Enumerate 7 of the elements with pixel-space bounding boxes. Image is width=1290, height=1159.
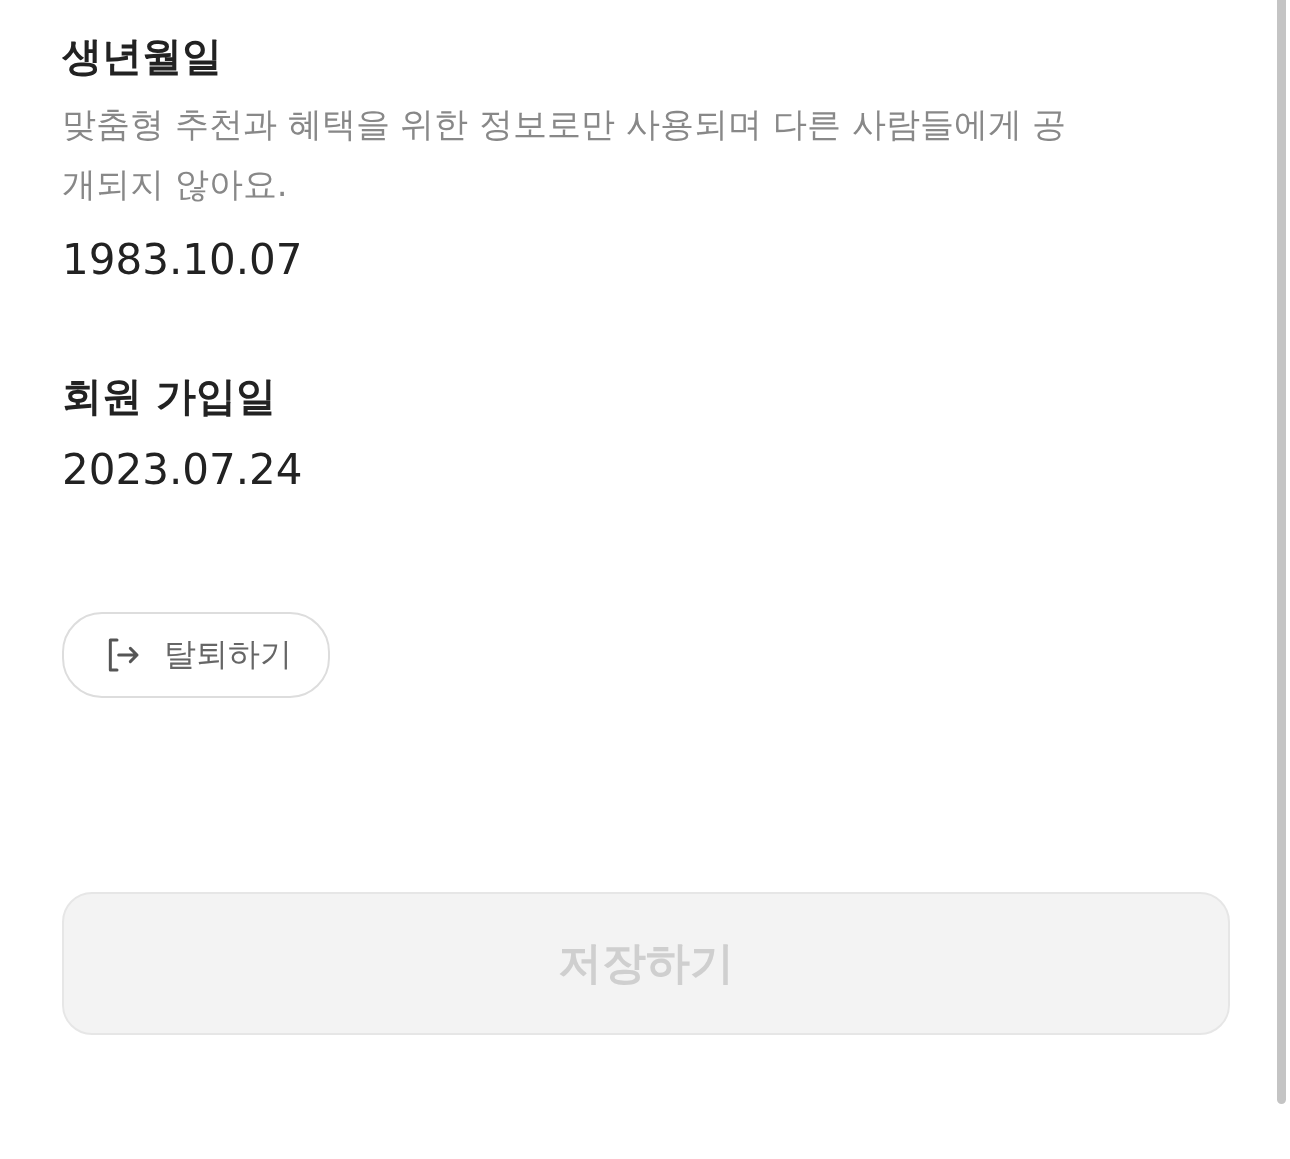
withdraw-button[interactable]: 탈퇴하기 (62, 612, 330, 698)
section-description: 맞춤형 추천과 혜택을 위한 정보로만 사용되며 다른 사람들에게 공개되지 않아요. (62, 103, 1068, 206)
date-value: 2023.07.24 (62, 444, 304, 496)
date-value: 1983.10.07 (62, 234, 304, 286)
scrollbar[interactable] (1276, 0, 1286, 1104)
section-title: 생년월일 (62, 32, 223, 81)
section-title: 회원 가입일 (62, 372, 277, 421)
